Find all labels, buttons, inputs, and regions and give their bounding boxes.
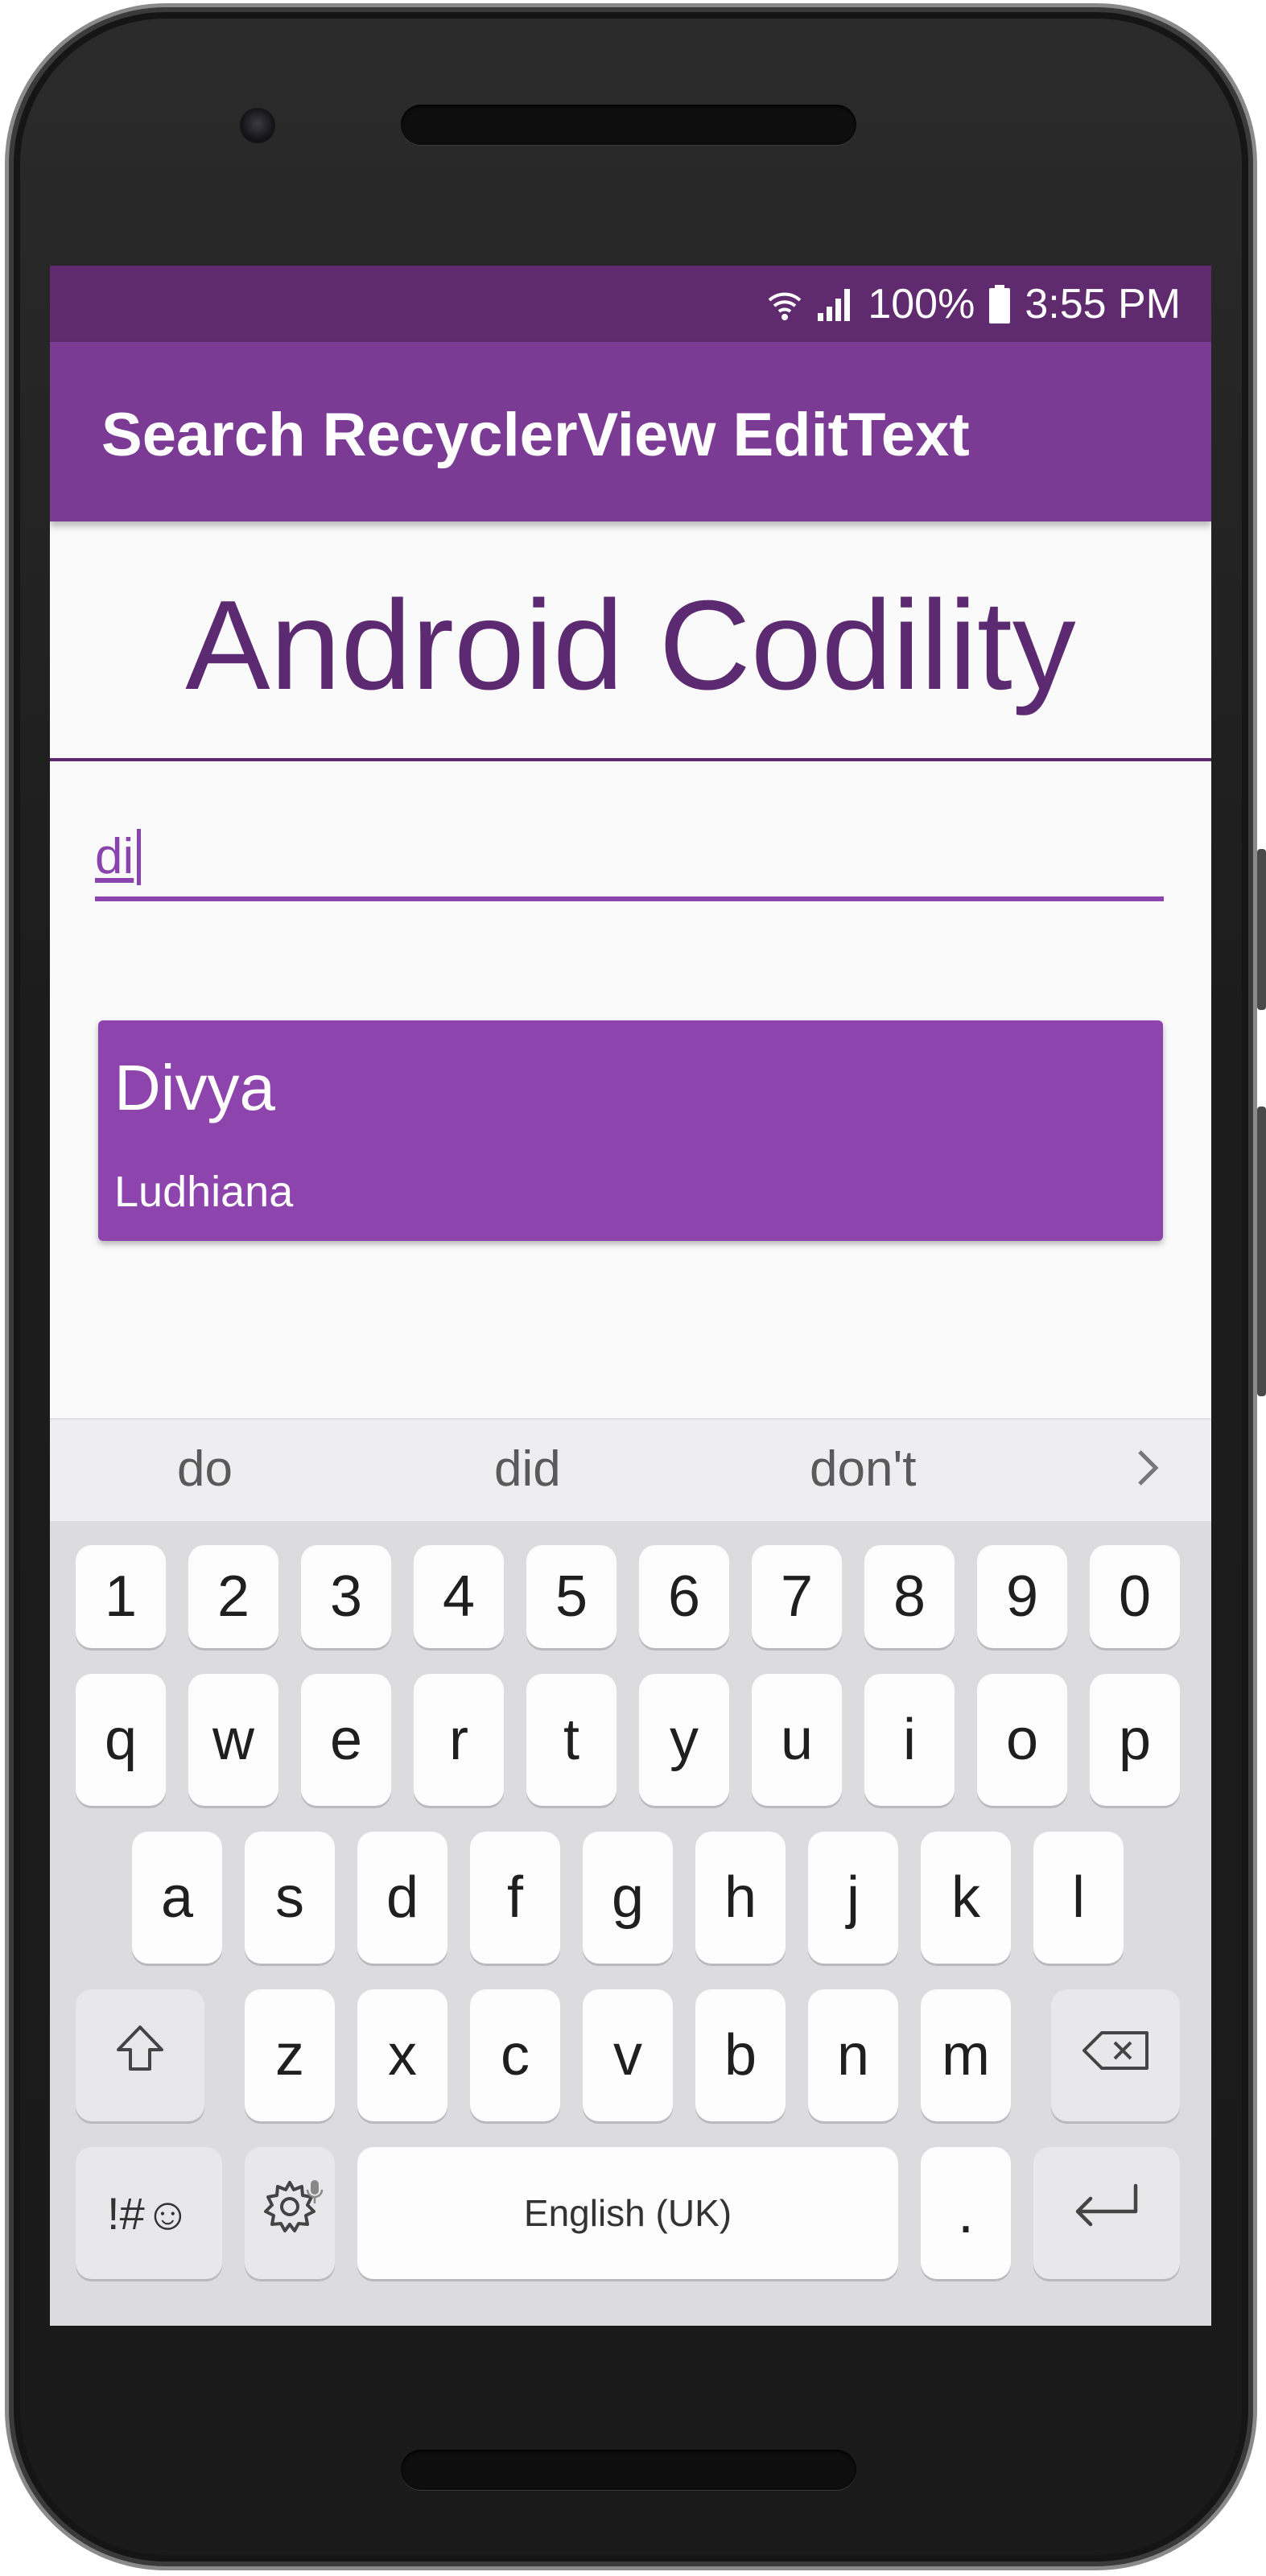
brand-text: Android Codility [185, 575, 1076, 716]
key-t[interactable]: t [526, 1674, 617, 1806]
suggestion-dont[interactable]: don't [810, 1440, 917, 1498]
suggestion-bar: do did don't [50, 1418, 1211, 1521]
key-n[interactable]: n [808, 1989, 898, 2121]
key-8[interactable]: 8 [864, 1545, 955, 1648]
key-5[interactable]: 5 [526, 1545, 617, 1648]
key-l[interactable]: l [1033, 1832, 1124, 1964]
key-g[interactable]: g [583, 1832, 673, 1964]
volume-button [1257, 1107, 1266, 1396]
app-title: Search RecyclerView EditText [101, 401, 970, 469]
key-6[interactable]: 6 [639, 1545, 729, 1648]
mic-icon [306, 2154, 324, 2219]
list-item[interactable]: Divya Ludhiana [98, 1020, 1163, 1241]
key-y[interactable]: y [639, 1674, 729, 1806]
symbols-key[interactable]: !#☺ [76, 2147, 222, 2279]
key-c[interactable]: c [470, 1989, 560, 2121]
clock: 3:55 PM [1025, 281, 1181, 328]
space-key-label: English (UK) [523, 2192, 732, 2234]
key-v[interactable]: v [583, 1989, 673, 2121]
enter-key[interactable] [1033, 2147, 1180, 2279]
key-p[interactable]: p [1090, 1674, 1180, 1806]
brand-header: Android Codility [50, 521, 1211, 763]
key-i[interactable]: i [864, 1674, 955, 1806]
key-h[interactable]: h [695, 1832, 786, 1964]
earpiece-speaker [401, 105, 856, 145]
key-r[interactable]: r [414, 1674, 504, 1806]
list-item-name: Divya [114, 1052, 276, 1123]
key-9[interactable]: 9 [977, 1545, 1067, 1648]
backspace-key[interactable] [1051, 1989, 1180, 2121]
backspace-icon [1079, 2022, 1152, 2088]
key-a[interactable]: a [132, 1832, 222, 1964]
text-cursor [137, 829, 142, 885]
key-3[interactable]: 3 [301, 1545, 391, 1648]
enter-icon [1068, 2180, 1145, 2246]
space-key[interactable]: English (UK) [357, 2147, 898, 2279]
screen: 100% 3:55 PM Search RecyclerView EditTex… [50, 266, 1211, 2326]
period-key[interactable]: . [921, 2147, 1011, 2279]
key-4[interactable]: 4 [414, 1545, 504, 1648]
battery-icon [988, 284, 1012, 324]
shift-key[interactable] [76, 1989, 204, 2121]
key-m[interactable]: m [921, 1989, 1011, 2121]
status-bar: 100% 3:55 PM [50, 266, 1211, 342]
battery-percent: 100% [868, 281, 975, 328]
key-2[interactable]: 2 [188, 1545, 278, 1648]
key-k[interactable]: k [921, 1832, 1011, 1964]
settings-key[interactable] [245, 2147, 335, 2279]
key-o[interactable]: o [977, 1674, 1067, 1806]
keyboard: 1 2 3 4 5 6 7 8 9 0 q w e r t y u i o p … [50, 1521, 1211, 2326]
key-s[interactable]: s [245, 1832, 335, 1964]
app-bar: Search RecyclerView EditText [50, 342, 1211, 521]
wifi-icon [766, 284, 803, 324]
list-item-city: Ludhiana [114, 1168, 294, 1216]
symbols-key-label: !#☺ [107, 2187, 191, 2239]
key-x[interactable]: x [357, 1989, 447, 2121]
shift-icon [112, 2021, 168, 2091]
key-e[interactable]: e [301, 1674, 391, 1806]
suggestion-did[interactable]: did [494, 1440, 561, 1498]
key-j[interactable]: j [808, 1832, 898, 1964]
chevron-right-icon[interactable] [1132, 1444, 1164, 1496]
front-camera [240, 108, 275, 143]
key-0[interactable]: 0 [1090, 1545, 1180, 1648]
key-q[interactable]: q [76, 1674, 166, 1806]
key-w[interactable]: w [188, 1674, 278, 1806]
key-d[interactable]: d [357, 1832, 447, 1964]
signal-icon [816, 286, 855, 323]
search-input-value: di [95, 829, 134, 884]
bottom-speaker [401, 2450, 856, 2490]
key-7[interactable]: 7 [752, 1545, 842, 1648]
divider [50, 758, 1211, 761]
power-button [1257, 849, 1266, 1010]
suggestion-do[interactable]: do [177, 1440, 233, 1498]
key-b[interactable]: b [695, 1989, 786, 2121]
key-u[interactable]: u [752, 1674, 842, 1806]
key-f[interactable]: f [470, 1832, 560, 1964]
search-input[interactable]: di [95, 813, 1164, 901]
key-z[interactable]: z [245, 1989, 335, 2121]
key-1[interactable]: 1 [76, 1545, 166, 1648]
